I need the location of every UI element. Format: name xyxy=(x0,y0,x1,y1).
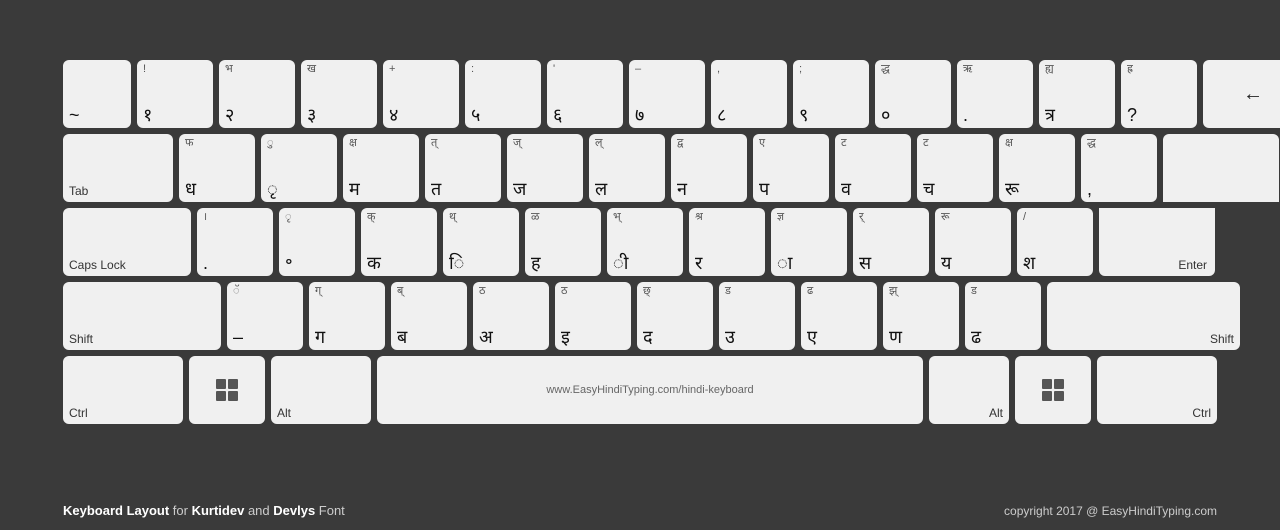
key-0[interactable]: द्ध ० xyxy=(875,60,951,128)
key-t[interactable]: ज् ज xyxy=(507,134,583,202)
footer-left-text: Keyboard Layout for Kurtidev and Devlys … xyxy=(63,503,345,518)
key-8[interactable]: , ८ xyxy=(711,60,787,128)
key-row-1: ~ ! १ भ २ ख ३ + ४ : ५ ' ६ – ७ xyxy=(63,60,1217,128)
shift-left-key[interactable]: Shift xyxy=(63,282,221,350)
key-s[interactable]: ृ ॰ xyxy=(279,208,355,276)
key-row-3: Caps Lock । . ृ ॰ क् क थ् ि ळ ह भ् ी श्र… xyxy=(63,208,1217,276)
key-2[interactable]: भ २ xyxy=(219,60,295,128)
key-n[interactable]: छ् द xyxy=(637,282,713,350)
key-q[interactable]: फ ध xyxy=(179,134,255,202)
key-row-2: Tab फ ध ु ृ क्ष म त् त ज् ज ल् ल द्व न xyxy=(63,134,1217,202)
key-1[interactable]: ! १ xyxy=(137,60,213,128)
key-j[interactable]: श्र र xyxy=(689,208,765,276)
key-u[interactable]: द्व न xyxy=(671,134,747,202)
key-c[interactable]: ब् ब xyxy=(391,282,467,350)
key-h[interactable]: भ् ी xyxy=(607,208,683,276)
alt-right-key[interactable]: Alt xyxy=(929,356,1009,424)
windows-icon xyxy=(216,379,238,401)
space-key[interactable]: www.EasyHindiTyping.com/hindi-keyboard xyxy=(377,356,923,424)
key-d[interactable]: क् क xyxy=(361,208,437,276)
key-m[interactable]: ड उ xyxy=(719,282,795,350)
key-x[interactable]: ग् ग xyxy=(309,282,385,350)
key-i[interactable]: ए प xyxy=(753,134,829,202)
footer-right-text: copyright 2017 @ EasyHindiTyping.com xyxy=(1004,504,1217,518)
key-semicolon[interactable]: रू य xyxy=(935,208,1011,276)
key-o[interactable]: ट व xyxy=(835,134,911,202)
key-rbracket[interactable]: द्ध , xyxy=(1081,134,1157,202)
key-slash[interactable]: ड ढ xyxy=(965,282,1041,350)
key-period[interactable]: झ् ण xyxy=(883,282,959,350)
enter-key-bottom[interactable]: Enter xyxy=(1099,208,1215,276)
win-right-key[interactable] xyxy=(1015,356,1091,424)
key-p[interactable]: ट च xyxy=(917,134,993,202)
key-3[interactable]: ख ३ xyxy=(301,60,377,128)
keyboard: ~ ! १ भ २ ख ३ + ४ : ५ ' ६ – ७ xyxy=(63,60,1217,430)
key-quote[interactable]: / श xyxy=(1017,208,1093,276)
key-7[interactable]: – ७ xyxy=(629,60,705,128)
key-5[interactable]: : ५ xyxy=(465,60,541,128)
key-bracket[interactable]: ह्र ? xyxy=(1121,60,1197,128)
key-y[interactable]: ल् ल xyxy=(589,134,665,202)
key-l[interactable]: र् स xyxy=(853,208,929,276)
key-lbracket[interactable]: क्ष रू xyxy=(999,134,1075,202)
key-z[interactable]: ॅ – xyxy=(227,282,303,350)
key-e[interactable]: क्ष म xyxy=(343,134,419,202)
key-4[interactable]: + ४ xyxy=(383,60,459,128)
key-9[interactable]: ; ९ xyxy=(793,60,869,128)
key-b[interactable]: ठ इ xyxy=(555,282,631,350)
key-g[interactable]: ळ ह xyxy=(525,208,601,276)
windows-icon-right xyxy=(1042,379,1064,401)
key-w[interactable]: ु ृ xyxy=(261,134,337,202)
key-r[interactable]: त् त xyxy=(425,134,501,202)
key-a[interactable]: । . xyxy=(197,208,273,276)
tab-key[interactable]: Tab xyxy=(63,134,173,202)
key-tilde[interactable]: ~ xyxy=(63,60,131,128)
ctrl-right-key[interactable]: Ctrl xyxy=(1097,356,1217,424)
key-comma[interactable]: ढ ए xyxy=(801,282,877,350)
footer: Keyboard Layout for Kurtidev and Devlys … xyxy=(63,503,1217,518)
key-f[interactable]: थ् ि xyxy=(443,208,519,276)
ctrl-left-key[interactable]: Ctrl xyxy=(63,356,183,424)
key-6[interactable]: ' ६ xyxy=(547,60,623,128)
key-row-5: Ctrl Alt www.EasyHindiTyping.com/hindi-k… xyxy=(63,356,1217,424)
key-equals[interactable]: ह्य त्र xyxy=(1039,60,1115,128)
win-left-key[interactable] xyxy=(189,356,265,424)
capslock-key[interactable]: Caps Lock xyxy=(63,208,191,276)
backspace-key[interactable]: ← xyxy=(1203,60,1280,128)
key-v[interactable]: ठ अ xyxy=(473,282,549,350)
key-minus[interactable]: ऋ . xyxy=(957,60,1033,128)
alt-left-key[interactable]: Alt xyxy=(271,356,371,424)
enter-key-top[interactable] xyxy=(1163,134,1279,202)
key-k[interactable]: ज्ञ ा xyxy=(771,208,847,276)
shift-right-key[interactable]: Shift xyxy=(1047,282,1240,350)
key-row-4: Shift ॅ – ग् ग ब् ब ठ अ ठ इ छ् द ड उ xyxy=(63,282,1217,350)
